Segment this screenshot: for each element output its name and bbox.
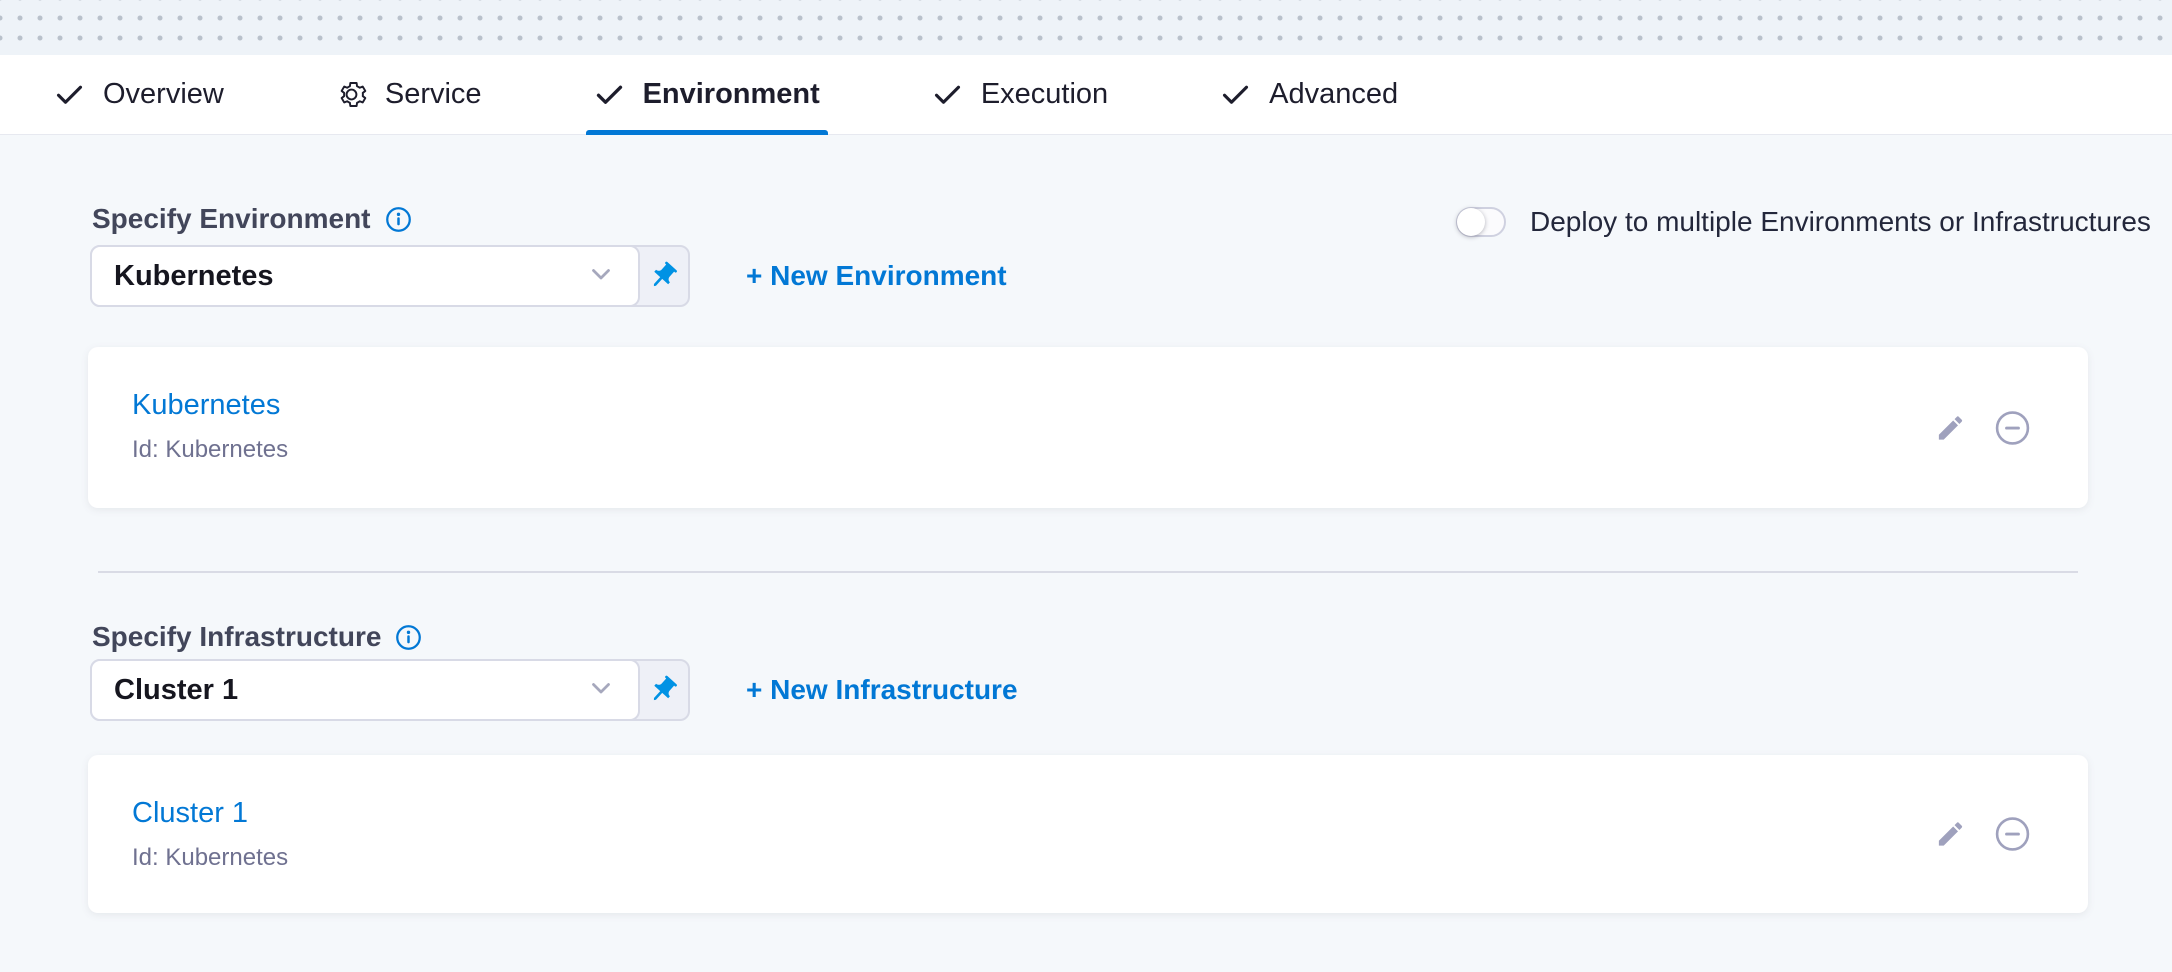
tab-overview[interactable]: Overview xyxy=(46,55,232,134)
info-icon[interactable] xyxy=(385,206,412,233)
tab-service[interactable]: Service xyxy=(328,55,490,134)
multi-environment-toggle[interactable] xyxy=(1456,207,1506,237)
pin-infrastructure-button[interactable] xyxy=(638,661,688,719)
infrastructure-select-value: Cluster 1 xyxy=(114,674,238,707)
pencil-icon xyxy=(1935,412,1966,443)
minus-circle-icon xyxy=(1994,409,2031,446)
tab-label: Environment xyxy=(643,78,820,111)
infrastructure-card-actions xyxy=(1935,816,2031,853)
gear-icon xyxy=(336,79,367,110)
check-icon xyxy=(594,79,625,110)
multi-environment-toggle-label: Deploy to multiple Environments or Infra… xyxy=(1530,206,2151,238)
infrastructure-card: Cluster 1 Id: Kubernetes xyxy=(88,755,2088,913)
stage-tab-bar: Overview Service Environment Execution A… xyxy=(0,55,2172,135)
check-icon xyxy=(932,79,963,110)
check-icon xyxy=(54,79,85,110)
info-icon[interactable] xyxy=(395,624,422,651)
pencil-icon xyxy=(1935,819,1966,850)
tab-label: Advanced xyxy=(1269,78,1398,111)
pin-icon xyxy=(640,667,685,712)
tab-label: Execution xyxy=(981,78,1108,111)
new-environment-button[interactable]: + New Environment xyxy=(746,245,1007,307)
environment-dropdown: Kubernetes xyxy=(90,245,690,307)
environment-tab-content: Specify Environment Kubernetes + New Env… xyxy=(0,135,2172,972)
tab-advanced[interactable]: Advanced xyxy=(1212,55,1406,134)
pin-icon xyxy=(640,253,685,298)
tab-label: Overview xyxy=(103,78,224,111)
check-icon xyxy=(1220,79,1251,110)
toggle-knob xyxy=(1457,208,1485,236)
remove-environment-button[interactable] xyxy=(1994,409,2031,446)
infrastructure-dropdown: Cluster 1 xyxy=(90,659,690,721)
infrastructure-select[interactable]: Cluster 1 xyxy=(90,659,640,721)
specify-infrastructure-label: Specify Infrastructure xyxy=(92,621,422,653)
pin-environment-button[interactable] xyxy=(638,247,688,305)
infrastructure-name-link[interactable]: Cluster 1 xyxy=(132,797,248,830)
tab-execution[interactable]: Execution xyxy=(924,55,1116,134)
minus-circle-icon xyxy=(1994,816,2031,853)
environment-select-value: Kubernetes xyxy=(114,260,274,293)
remove-infrastructure-button[interactable] xyxy=(1994,816,2031,853)
edit-infrastructure-button[interactable] xyxy=(1935,819,1966,850)
edit-environment-button[interactable] xyxy=(1935,412,1966,443)
section-divider xyxy=(98,571,2078,573)
chevron-down-icon xyxy=(586,673,616,708)
chevron-down-icon xyxy=(586,259,616,294)
canvas-dotted-background xyxy=(0,0,2172,55)
environment-card-actions xyxy=(1935,409,2031,446)
environment-select[interactable]: Kubernetes xyxy=(90,245,640,307)
new-infrastructure-button[interactable]: + New Infrastructure xyxy=(746,659,1018,721)
multi-environment-toggle-row: Deploy to multiple Environments or Infra… xyxy=(1456,206,2151,238)
tab-environment[interactable]: Environment xyxy=(586,55,828,134)
environment-card: Kubernetes Id: Kubernetes xyxy=(88,347,2088,508)
tab-label: Service xyxy=(385,78,482,111)
environment-name-link[interactable]: Kubernetes xyxy=(132,389,280,422)
environment-id-text: Id: Kubernetes xyxy=(132,436,288,464)
specify-environment-label: Specify Environment xyxy=(92,203,412,235)
infrastructure-id-text: Id: Kubernetes xyxy=(132,844,288,872)
